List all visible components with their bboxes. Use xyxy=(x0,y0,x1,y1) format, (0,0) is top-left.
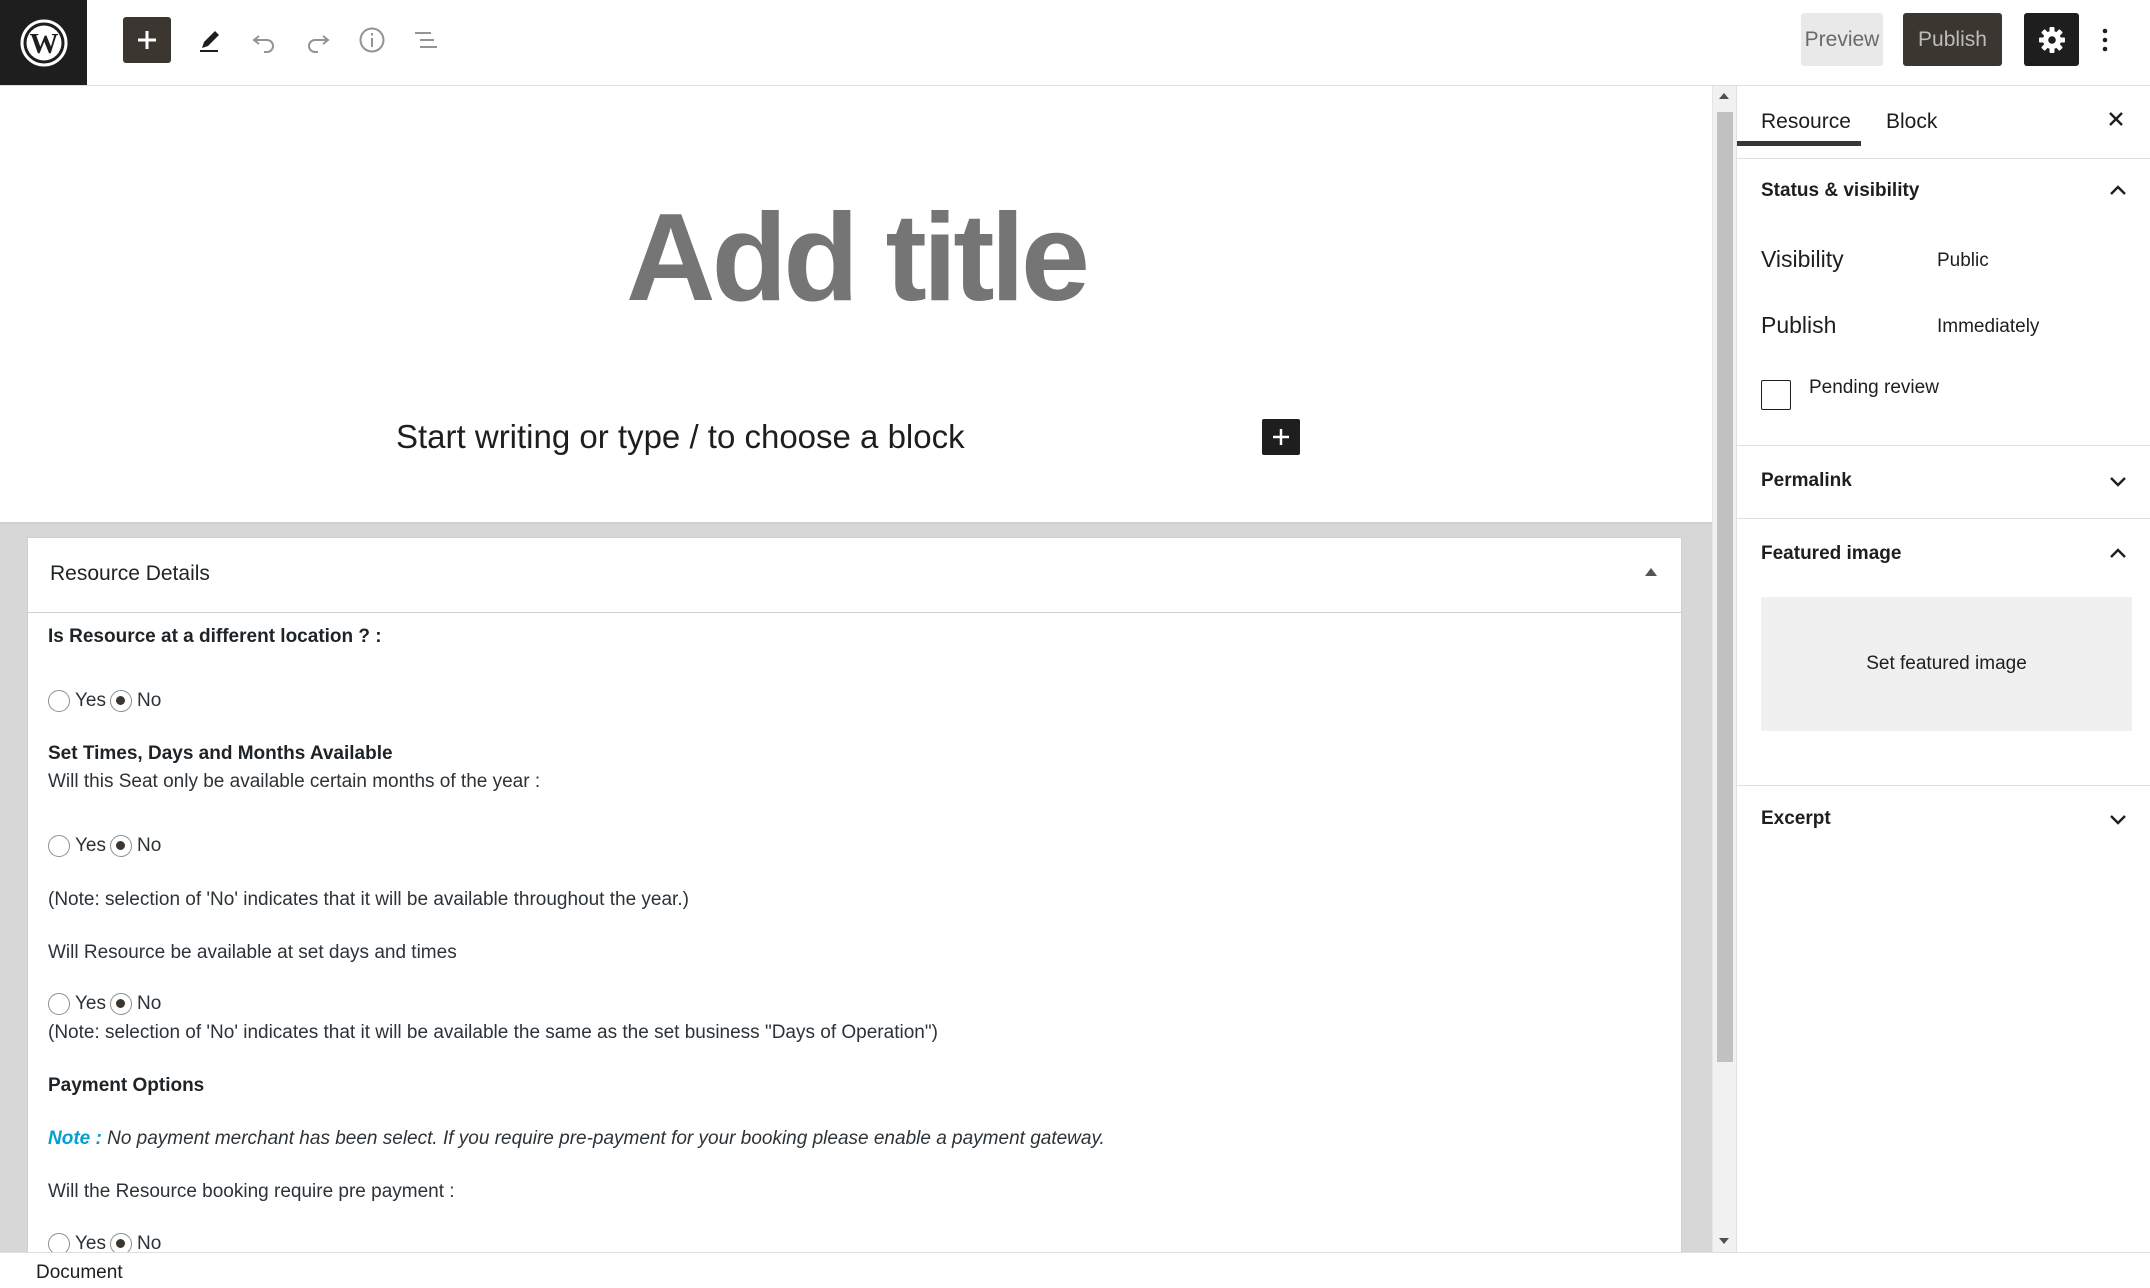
status-visibility-toggle[interactable]: Status & visibility xyxy=(1761,180,1919,202)
prepayment-no-radio[interactable] xyxy=(110,1233,132,1252)
tab-resource[interactable]: Resource xyxy=(1761,98,1851,146)
days-note: (Note: selection of 'No' indicates that … xyxy=(48,1022,938,1043)
settings-button[interactable] xyxy=(2024,13,2079,66)
post-title-area: Add title Start writing or type / to cho… xyxy=(0,86,1712,521)
tools-button[interactable] xyxy=(190,20,230,60)
close-icon xyxy=(2109,112,2123,126)
inline-add-block-button[interactable] xyxy=(1262,419,1300,455)
scrollbar-thumb[interactable] xyxy=(1717,112,1733,1062)
no-label: No xyxy=(137,1233,162,1252)
days-question: Will Resource be available at set days a… xyxy=(48,942,457,963)
days-no-radio[interactable] xyxy=(110,993,132,1015)
editor-canvas: Add title Start writing or type / to cho… xyxy=(0,86,1712,1252)
prepayment-yes-radio[interactable] xyxy=(48,1233,70,1252)
undo-button[interactable] xyxy=(244,20,284,60)
gear-icon xyxy=(2038,26,2065,53)
redo-button[interactable] xyxy=(298,20,338,60)
pending-review-label: Pending review xyxy=(1809,377,1939,398)
post-title-input[interactable]: Add title xyxy=(0,196,1712,320)
excerpt-panel: Excerpt xyxy=(1737,786,2150,860)
pending-review-checkbox[interactable] xyxy=(1761,380,1791,410)
status-visibility-panel: Status & visibility Visibility Public Pu… xyxy=(1737,158,2150,446)
months-radio-group: Yes No xyxy=(48,835,165,857)
permalink-toggle[interactable]: Permalink xyxy=(1761,470,1852,492)
editor-scrollbar[interactable] xyxy=(1712,86,1736,1252)
different-location-label: Is Resource at a different location ? : xyxy=(48,626,382,647)
pencil-icon xyxy=(200,31,219,52)
no-label: No xyxy=(137,835,162,856)
svg-text:W: W xyxy=(29,28,58,60)
metabox-header[interactable]: Resource Details xyxy=(28,538,1681,613)
publish-button[interactable]: Publish xyxy=(1903,13,2002,66)
close-sidebar-button[interactable] xyxy=(2101,104,2131,134)
yes-label: Yes xyxy=(75,993,106,1014)
scroll-down-arrow-icon[interactable] xyxy=(1719,1238,1729,1244)
sidebar-tabs: Resource Block xyxy=(1737,86,2150,159)
chevron-down-icon[interactable] xyxy=(2109,476,2127,488)
editor-footer: Document xyxy=(0,1252,2150,1288)
permalink-panel: Permalink xyxy=(1737,446,2150,519)
no-label: No xyxy=(137,690,162,711)
months-yes-radio[interactable] xyxy=(48,835,70,857)
scroll-up-arrow-icon[interactable] xyxy=(1719,93,1729,99)
list-view-button[interactable] xyxy=(406,20,446,60)
list-view-icon xyxy=(415,32,437,48)
featured-image-panel: Featured image Set featured image xyxy=(1737,519,2150,786)
collapse-arrow-icon[interactable] xyxy=(1645,568,1657,576)
options-button[interactable] xyxy=(2090,20,2120,60)
plus-icon xyxy=(1273,429,1289,445)
add-block-button[interactable] xyxy=(123,17,171,63)
more-vertical-icon xyxy=(2102,28,2108,52)
excerpt-toggle[interactable]: Excerpt xyxy=(1761,808,1831,830)
undo-icon xyxy=(252,35,274,53)
metaboxes-area: Resource Details Is Resource at a differ… xyxy=(0,522,1712,1252)
prepayment-radio-group: Yes No xyxy=(48,1233,165,1252)
yes-label: Yes xyxy=(75,1233,106,1252)
chevron-up-icon[interactable] xyxy=(2109,184,2127,196)
metabox-title: Resource Details xyxy=(50,562,210,585)
times-heading: Set Times, Days and Months Available xyxy=(48,743,393,764)
payment-heading: Payment Options xyxy=(48,1075,205,1096)
details-button[interactable] xyxy=(352,20,392,60)
active-tab-indicator xyxy=(1737,141,1861,146)
days-radio-group: Yes No xyxy=(48,993,165,1015)
prepayment-question: Will the Resource booking require pre pa… xyxy=(48,1181,455,1202)
different-location-yes-radio[interactable] xyxy=(48,690,70,712)
yes-label: Yes xyxy=(75,835,106,856)
publish-date-button[interactable]: Immediately xyxy=(1937,316,2039,338)
months-question: Will this Seat only be available certain… xyxy=(48,771,541,792)
payment-note-label: Note : xyxy=(48,1128,102,1149)
default-block-appender[interactable]: Start writing or type / to choose a bloc… xyxy=(396,418,965,456)
redo-icon xyxy=(308,35,330,53)
payment-note-text: No payment merchant has been select. If … xyxy=(107,1128,1105,1149)
payment-note: Note : No payment merchant has been sele… xyxy=(48,1128,1105,1150)
yes-label: Yes xyxy=(75,690,106,711)
months-note: (Note: selection of 'No' indicates that … xyxy=(48,889,689,910)
chevron-up-icon[interactable] xyxy=(2109,547,2127,559)
plus-icon xyxy=(138,31,156,49)
set-featured-image-button[interactable]: Set featured image xyxy=(1761,597,2132,731)
featured-image-toggle[interactable]: Featured image xyxy=(1761,543,1901,565)
different-location-radio-group: Yes No xyxy=(48,690,165,712)
tab-block[interactable]: Block xyxy=(1886,98,1937,146)
visibility-value-button[interactable]: Public xyxy=(1937,250,1989,272)
editor-header: W Preview Publish xyxy=(0,0,2150,86)
months-no-radio[interactable] xyxy=(110,835,132,857)
publish-label: Publish xyxy=(1761,312,1837,338)
days-yes-radio[interactable] xyxy=(48,993,70,1015)
different-location-no-radio[interactable] xyxy=(110,690,132,712)
visibility-label: Visibility xyxy=(1761,246,1844,272)
breadcrumb[interactable]: Document xyxy=(36,1262,123,1284)
no-label: No xyxy=(137,993,162,1014)
settings-sidebar: Resource Block Status & visibility Visib… xyxy=(1736,86,2150,1252)
info-icon xyxy=(359,27,385,53)
preview-button[interactable]: Preview xyxy=(1801,13,1883,66)
chevron-down-icon[interactable] xyxy=(2109,814,2127,826)
wordpress-logo-icon[interactable]: W xyxy=(0,0,87,85)
resource-details-metabox: Resource Details Is Resource at a differ… xyxy=(27,537,1682,1252)
